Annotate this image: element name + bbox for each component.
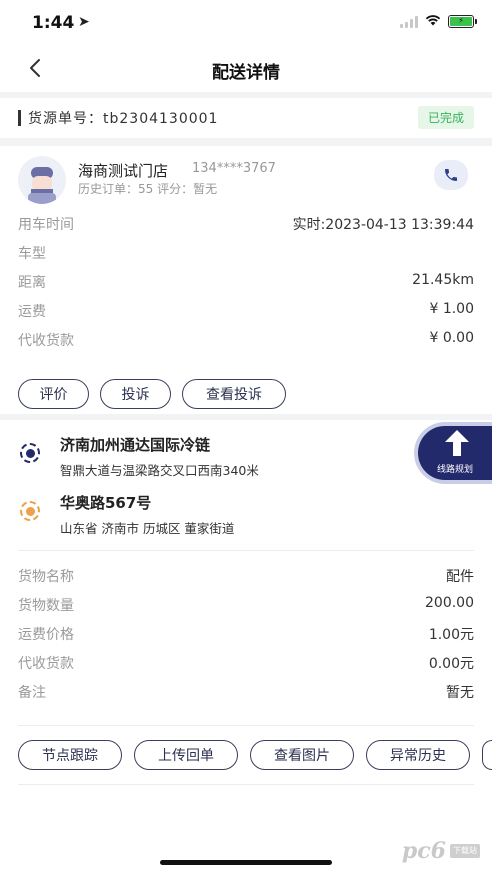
- info-row-freight: 运费 ¥ 1.00: [18, 301, 474, 321]
- shop-phone: 134****3767: [192, 161, 276, 176]
- goods-row-freight-price: 运费价格 1.00元: [18, 624, 474, 644]
- battery-icon: ⚡: [448, 15, 477, 28]
- node-tracking-button[interactable]: 节点跟踪: [18, 740, 122, 770]
- goods-row-remark: 备注 暂无: [18, 682, 474, 702]
- view-images-button[interactable]: 查看图片: [250, 740, 354, 770]
- info-key: 用车时间: [18, 217, 74, 233]
- start-location-icon: [20, 443, 40, 463]
- order-marker: [18, 110, 21, 126]
- avatar: [18, 156, 66, 204]
- info-row-cod: 代收货款 ¥ 0.00: [18, 330, 474, 350]
- info-value: 200.00: [425, 595, 474, 611]
- info-key: 货物数量: [18, 598, 74, 614]
- wifi-icon: [425, 14, 441, 29]
- start-location-title: 济南加州通达国际冷链: [60, 436, 211, 454]
- info-value: 0.00元: [428, 656, 474, 672]
- page-title: 配送详情: [212, 63, 280, 83]
- end-location-icon: [20, 501, 40, 521]
- exception-history-button[interactable]: 异常历史: [366, 740, 470, 770]
- status-icons: ⚡: [400, 14, 477, 29]
- call-button[interactable]: [434, 160, 468, 190]
- divider: [18, 784, 474, 785]
- shop-card: 海商测试门店 134****3767 历史订单：55 评分：暂无 用车时间 实时…: [0, 146, 492, 414]
- route-plan-button[interactable]: 线路规划: [414, 422, 492, 484]
- end-location-address: 山东省 济南市 历城区 董家街道: [60, 521, 235, 536]
- rate-button[interactable]: 评价: [18, 379, 89, 409]
- info-value: 21.45km: [412, 272, 474, 288]
- complain-button[interactable]: 投诉: [100, 379, 171, 409]
- info-row-distance: 距离 21.45km: [18, 272, 474, 292]
- route-plan-label: 线路规划: [436, 465, 473, 475]
- info-key: 备注: [18, 685, 46, 701]
- phone-icon: [445, 169, 457, 181]
- order-number-label: 货源单号：tb2304130001: [28, 111, 219, 127]
- watermark-text: pc6: [401, 838, 446, 864]
- info-key: 代收货款: [18, 333, 74, 349]
- divider: [18, 550, 474, 551]
- watermark-badge: 下载站: [450, 844, 480, 858]
- upload-receipt-button[interactable]: 上传回单: [134, 740, 238, 770]
- nav-bar: 配送详情: [0, 46, 492, 92]
- end-location-title: 华奥路567号: [60, 494, 152, 512]
- shop-history: 历史订单：55 评分：暂无: [78, 182, 218, 196]
- info-value: 暂无: [446, 685, 474, 701]
- info-key: 代收货款: [18, 656, 74, 672]
- location-arrow-icon: ➤: [78, 14, 90, 30]
- status-time: 1:44: [32, 13, 75, 33]
- route-card: 济南加州通达国际冷链 智鼎大道与温梁路交叉口西南340米 华奥路567号 山东省…: [0, 420, 492, 788]
- status-bar: 1:44 ➤ ⚡: [0, 0, 492, 46]
- info-value: ¥ 0.00: [429, 330, 474, 346]
- divider: [18, 725, 474, 726]
- info-key: 运费价格: [18, 627, 74, 643]
- start-location-address: 智鼎大道与温梁路交叉口西南340米: [60, 463, 259, 478]
- goods-row-cod: 代收货款 0.00元: [18, 653, 474, 673]
- goods-row-quantity: 货物数量 200.00: [18, 595, 474, 615]
- order-number-bar: 货源单号：tb2304130001 已完成: [0, 98, 492, 138]
- status-badge: 已完成: [417, 106, 474, 129]
- info-value: ¥ 1.00: [429, 301, 474, 317]
- more-actions-button[interactable]: [482, 740, 492, 770]
- route-arrow-icon: [445, 430, 469, 456]
- goods-row-name: 货物名称 配件: [18, 566, 474, 586]
- view-complaints-button[interactable]: 查看投诉: [182, 379, 286, 409]
- info-key: 运费: [18, 304, 46, 320]
- cellular-signal-icon: [400, 15, 418, 28]
- info-row-time: 用车时间 实时:2023-04-13 13:39:44: [18, 214, 474, 234]
- info-key: 货物名称: [18, 569, 74, 585]
- info-value: 配件: [446, 569, 474, 585]
- info-key: 车型: [18, 246, 46, 262]
- info-value: 1.00元: [428, 627, 474, 643]
- watermark: pc6 下载站: [402, 838, 480, 864]
- info-key: 距离: [18, 275, 46, 291]
- info-row-vehicle: 车型: [18, 243, 474, 263]
- shop-name: 海商测试门店: [78, 162, 169, 180]
- info-value: 实时:2023-04-13 13:39:44: [292, 217, 474, 233]
- home-indicator[interactable]: [160, 860, 332, 865]
